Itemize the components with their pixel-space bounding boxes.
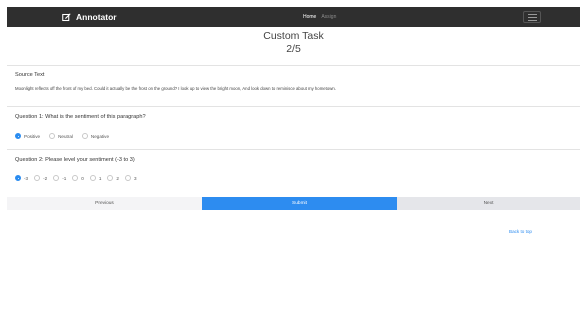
brand-name: Annotator — [76, 12, 117, 22]
question-1-card: Question 1: What is the sentiment of thi… — [7, 106, 580, 147]
sentiment-option-1[interactable]: Neutral — [49, 133, 73, 139]
back-to-top-link[interactable]: Back to top — [509, 229, 532, 234]
radio-circle-icon[interactable] — [72, 175, 79, 181]
question-1-options: Positive Neutral Negative — [15, 133, 109, 139]
task-progress: 2/5 — [286, 43, 301, 55]
submit-button[interactable]: Submit — [202, 197, 397, 210]
sentiment-level-option-5[interactable]: 2 — [107, 175, 119, 181]
question-2-options: -3 -2 -1 0 1 2 3 — [15, 175, 137, 181]
next-button[interactable]: Next — [397, 197, 580, 210]
sentiment-option-label: Negative — [90, 133, 110, 139]
nav-link-assign[interactable]: Assign — [321, 14, 336, 20]
radio-circle-icon[interactable] — [89, 175, 96, 181]
brand[interactable]: Annotator — [62, 7, 117, 27]
sentiment-level-option-label: -2 — [43, 175, 48, 181]
hamburger-icon-line — [527, 19, 537, 21]
nav-links: Home Assign — [303, 7, 336, 27]
navigation-buttons: Previous Submit Next — [7, 197, 580, 210]
previous-button[interactable]: Previous — [7, 197, 202, 210]
sentiment-level-option-2[interactable]: -1 — [53, 175, 66, 181]
source-heading: Source Text — [15, 72, 45, 78]
navbar: Annotator Home Assign — [7, 7, 580, 27]
radio-circle-icon[interactable] — [53, 175, 60, 181]
menu-toggle-button[interactable] — [523, 11, 541, 23]
sentiment-level-option-label: 0 — [81, 175, 84, 181]
radio-circle-icon[interactable] — [49, 133, 56, 139]
sentiment-level-option-1[interactable]: -2 — [34, 175, 47, 181]
sentiment-option-label: Neutral — [58, 133, 73, 139]
sentiment-option-0[interactable]: Positive — [15, 133, 40, 139]
question-1-label: Question 1: What is the sentiment of thi… — [15, 114, 146, 120]
radio-circle-icon[interactable] — [107, 175, 114, 181]
sentiment-option-2[interactable]: Negative — [81, 133, 110, 139]
sentiment-level-option-label: 1 — [98, 175, 102, 181]
sentiment-level-option-label: -1 — [62, 175, 67, 181]
question-2-card: Question 2: Please level your sentiment … — [7, 149, 580, 188]
question-2-label: Question 2: Please level your sentiment … — [15, 157, 135, 163]
sentiment-level-option-6[interactable]: 3 — [124, 175, 137, 181]
source-text-card: Source Text Moonlight reflects off the f… — [7, 65, 580, 100]
nav-link-home[interactable]: Home — [303, 14, 316, 20]
edit-square-icon — [62, 13, 71, 21]
sentiment-level-option-0[interactable]: -3 — [15, 175, 28, 181]
source-text: Moonlight reflects off the front of my b… — [15, 86, 336, 91]
sentiment-level-option-label: -3 — [24, 175, 29, 181]
sentiment-level-option-label: 2 — [116, 175, 119, 181]
radio-circle-icon[interactable] — [15, 133, 21, 139]
sentiment-option-label: Positive — [24, 133, 41, 139]
hamburger-icon — [527, 13, 537, 15]
sentiment-level-option-4[interactable]: 1 — [89, 175, 102, 181]
hamburger-icon-line — [527, 16, 537, 18]
radio-circle-icon[interactable] — [15, 175, 21, 181]
radio-circle-icon[interactable] — [34, 175, 41, 181]
sentiment-level-option-3[interactable]: 0 — [72, 175, 84, 181]
sentiment-level-option-label: 3 — [133, 175, 137, 181]
radio-circle-icon[interactable] — [124, 175, 131, 181]
page-title: Custom Task — [263, 30, 324, 42]
radio-circle-icon[interactable] — [81, 133, 88, 139]
